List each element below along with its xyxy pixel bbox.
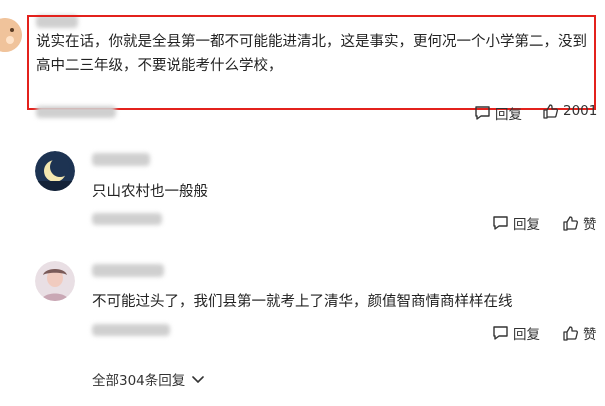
timestamp [92,324,170,336]
moon-avatar-icon [35,151,75,191]
person-avatar-icon [35,261,75,301]
reply-text: 不可能过头了，我们县第一就考上了清华，颜值智商情商样样在线 [92,294,513,310]
reply-button[interactable]: 回复 [492,323,540,343]
all-replies-button[interactable]: 全部304条回复 [92,369,206,389]
thumbs-up-icon [563,326,578,341]
username [92,264,164,277]
like-count: 2001 [563,103,598,119]
username [92,153,150,166]
avatar[interactable] [35,151,75,191]
thumbs-up-icon [543,104,558,119]
reply-button[interactable]: 回复 [474,103,522,123]
comment-icon [475,106,490,120]
comment-icon [493,216,508,230]
chevron-down-icon [192,376,205,383]
comment-icon [493,326,508,340]
all-replies-label: 全部304条回复 [92,373,186,389]
avatar[interactable] [35,261,75,301]
reply-label: 回复 [513,327,540,343]
comment-line-1: 说实在话，你就是全县第一都不可能能进清北，这是事实，更何况一个小学第二，没到 [36,34,587,50]
bear-avatar-icon [0,18,22,52]
timestamp [92,213,162,225]
avatar[interactable] [0,18,22,52]
thumbs-up-icon [563,216,578,231]
like-button[interactable]: 赞 [562,323,597,343]
like-button[interactable]: 赞 [562,213,597,233]
reply-button[interactable]: 回复 [492,213,540,233]
reply-label: 回复 [495,107,522,123]
comment-text: 说实在话，你就是全县第一都不可能能进清北，这是事实，更何况一个小学第二，没到 高… [36,30,596,78]
like-button[interactable]: 2001 [542,103,597,119]
comment-line-2: 高中二三年级，不要说能考什么学校， [36,58,283,74]
like-label: 赞 [583,217,597,233]
timestamp [36,106,116,118]
reply-label: 回复 [513,217,540,233]
like-label: 赞 [583,327,597,343]
reply-text: 只山农村也一般般 [92,184,208,200]
